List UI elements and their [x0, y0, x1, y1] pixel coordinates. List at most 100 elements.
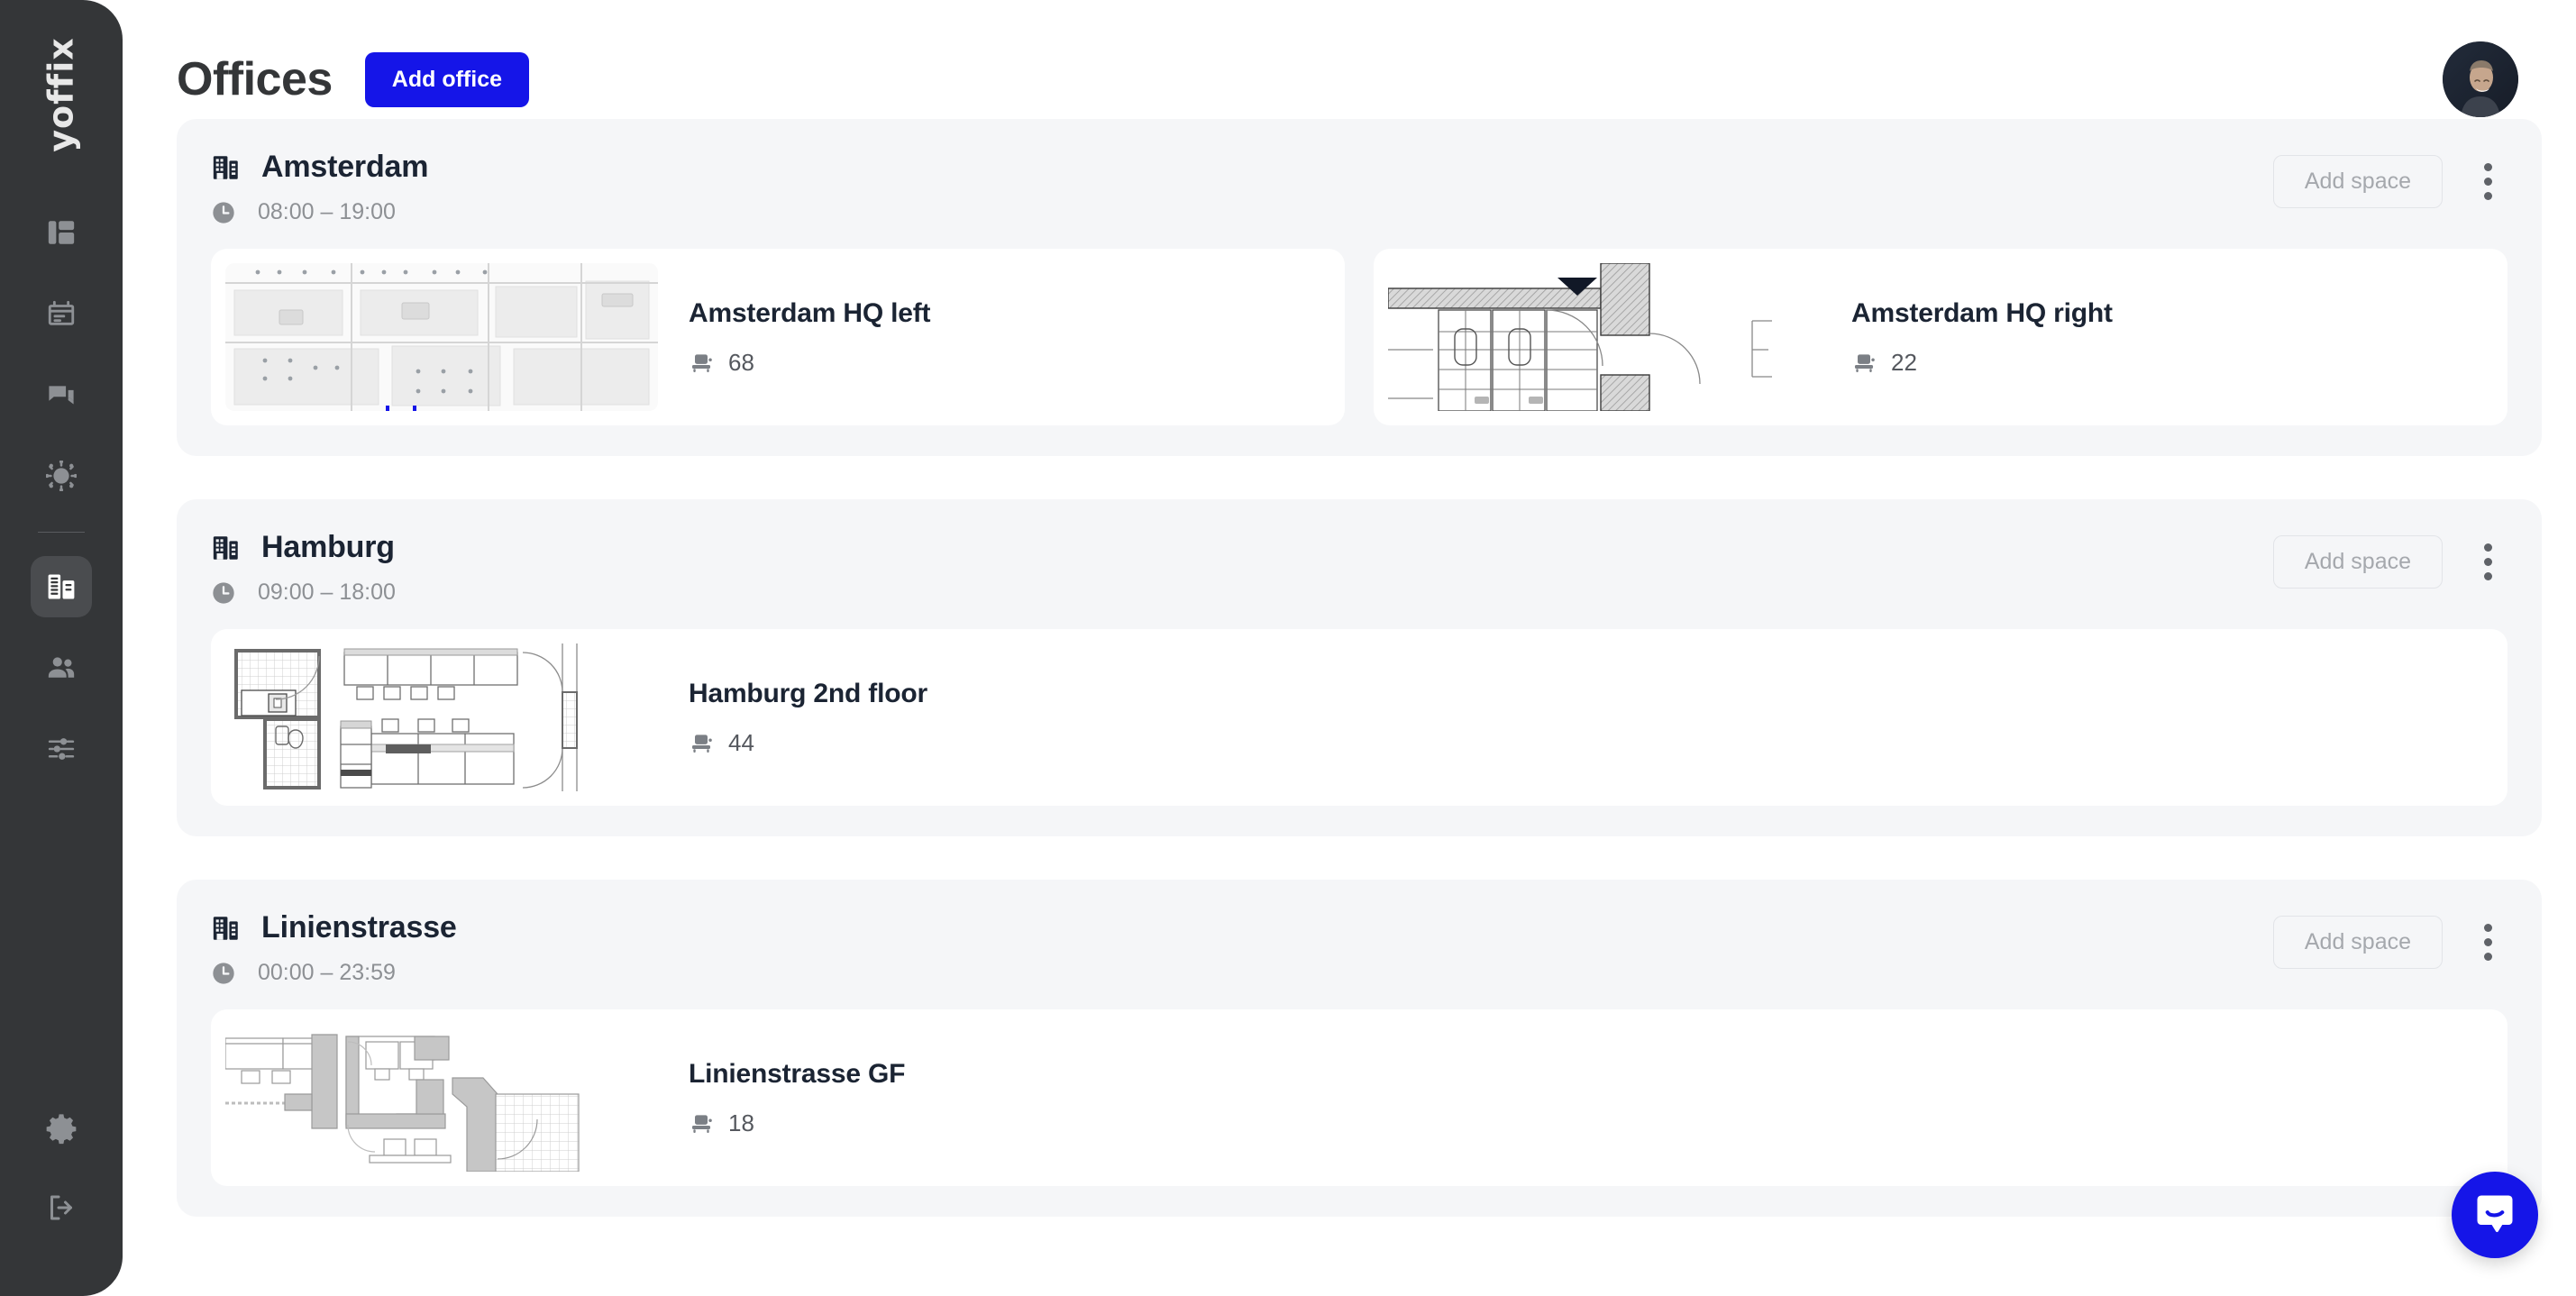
office-panel: Linienstrasse 00:00 – 23:59 Add space Li…: [177, 880, 2542, 1217]
office-building-icon: [211, 913, 242, 944]
floorplan-thumbnail: [225, 263, 658, 411]
office-header-left: Hamburg 09:00 – 18:00: [211, 530, 396, 606]
page-title: Offices: [177, 53, 333, 105]
logo[interactable]: yoffix: [0, 0, 123, 189]
sidebar-nav-bottom: [0, 1098, 123, 1296]
kebab-dot: [2483, 938, 2492, 946]
seat-icon: [689, 730, 714, 755]
people-icon: [46, 653, 77, 683]
kebab-dot: [2483, 558, 2492, 566]
sidebar-item-settings[interactable]: [31, 1098, 92, 1159]
sidebar-item-sliders[interactable]: [31, 718, 92, 780]
floorplan-thumbnail: [1388, 263, 1821, 411]
sidebar-divider: [38, 532, 85, 533]
sidebar-item-calendar[interactable]: [31, 283, 92, 344]
clock-icon: [211, 200, 236, 225]
sidebar-nav-top: [0, 202, 123, 799]
space-title: Amsterdam HQ right: [1851, 297, 2113, 328]
space-capacity: 18: [728, 1109, 754, 1136]
office-name-row: Linienstrasse: [211, 910, 457, 945]
office-menu-button[interactable]: [2468, 537, 2507, 588]
page-header: Offices Add office: [123, 0, 2576, 119]
intercom-chat-button[interactable]: [2452, 1172, 2538, 1258]
office-hours: 00:00 – 23:59: [258, 960, 396, 985]
office-menu-button[interactable]: [2468, 917, 2507, 968]
space-capacity-row: 22: [1851, 349, 2113, 377]
office-header-left: Amsterdam 08:00 – 19:00: [211, 150, 428, 225]
office-building-icon: [211, 533, 242, 563]
office-hours-row: 09:00 – 18:00: [211, 580, 396, 606]
office-name: Hamburg: [261, 530, 395, 564]
space-card[interactable]: Amsterdam HQ right 22: [1374, 249, 2507, 425]
kebab-dot: [2483, 192, 2492, 200]
clock-icon: [211, 961, 236, 986]
sidebar-item-health[interactable]: [31, 445, 92, 507]
sidebar-item-dashboard[interactable]: [31, 202, 92, 263]
office-header-actions: Add space: [2272, 150, 2507, 208]
kebab-dot: [2483, 572, 2492, 580]
office-header: Hamburg 09:00 – 18:00 Add space: [211, 530, 2507, 606]
add-office-button[interactable]: Add office: [364, 51, 530, 107]
space-info: Amsterdam HQ left 68: [658, 297, 931, 377]
space-title: Linienstrasse GF: [689, 1058, 906, 1089]
sidebar-item-logout[interactable]: [31, 1177, 92, 1238]
sidebar-item-people[interactable]: [31, 637, 92, 698]
office-header-left: Linienstrasse 00:00 – 23:59: [211, 910, 457, 986]
offices-list: Amsterdam 08:00 – 19:00 Add space Amster…: [123, 119, 2576, 1217]
office-name: Linienstrasse: [261, 910, 457, 945]
space-capacity-row: 68: [689, 349, 930, 377]
space-title: Hamburg 2nd floor: [689, 678, 927, 708]
dashboard-icon: [46, 217, 77, 248]
add-space-button[interactable]: Add space: [2272, 916, 2443, 969]
seat-icon: [1851, 350, 1877, 375]
gear-icon: [45, 1112, 78, 1145]
office-header: Linienstrasse 00:00 – 23:59 Add space: [211, 910, 2507, 986]
office-name-row: Hamburg: [211, 530, 396, 565]
office-hours: 08:00 – 19:00: [258, 199, 396, 224]
office-building-icon: [211, 152, 242, 183]
office-header: Amsterdam 08:00 – 19:00 Add space: [211, 150, 2507, 225]
space-capacity-row: 18: [689, 1109, 905, 1137]
app-root: yoffix Offices Add office Amsterdam 08:0…: [0, 0, 2576, 1296]
space-card-list: Hamburg 2nd floor 44: [211, 629, 2507, 806]
kebab-dot: [2483, 163, 2492, 171]
space-info: Linienstrasse GF 18: [658, 1059, 905, 1137]
add-space-button[interactable]: Add space: [2272, 535, 2443, 589]
office-building-icon: [45, 570, 78, 603]
office-name: Amsterdam: [261, 150, 429, 184]
space-card[interactable]: Hamburg 2nd floor 44: [211, 629, 2507, 806]
avatar[interactable]: [2443, 41, 2518, 117]
chat-icon: [46, 379, 77, 410]
space-card-list: Amsterdam HQ left 68 Amsterdam HQ right …: [211, 249, 2507, 425]
office-menu-button[interactable]: [2468, 157, 2507, 207]
seat-icon: [689, 350, 714, 375]
office-hours: 09:00 – 18:00: [258, 580, 396, 605]
logo-text: yoffix: [41, 37, 81, 152]
space-card[interactable]: Amsterdam HQ left 68: [211, 249, 1345, 425]
space-capacity: 68: [728, 348, 754, 376]
office-panel: Hamburg 09:00 – 18:00 Add space Hamburg …: [177, 499, 2542, 836]
sidebar-item-chat[interactable]: [31, 364, 92, 425]
sliders-icon: [46, 734, 77, 764]
calendar-icon: [46, 298, 77, 329]
main-content: Offices Add office Amsterdam 08:00 – 19:…: [123, 0, 2576, 1296]
sidebar-item-offices[interactable]: [31, 556, 92, 617]
office-hours-row: 08:00 – 19:00: [211, 199, 428, 225]
space-capacity: 44: [728, 728, 754, 756]
office-header-actions: Add space: [2272, 910, 2507, 969]
floorplan-thumbnail: [225, 1024, 658, 1172]
space-card[interactable]: Linienstrasse GF 18: [211, 1009, 2507, 1186]
logout-icon: [45, 1191, 78, 1224]
seat-icon: [689, 1110, 714, 1136]
space-capacity: 22: [1891, 348, 1917, 376]
kebab-dot: [2483, 178, 2492, 186]
office-name-row: Amsterdam: [211, 150, 428, 185]
space-title: Amsterdam HQ left: [689, 297, 931, 328]
add-space-button[interactable]: Add space: [2272, 155, 2443, 208]
sidebar: yoffix: [0, 0, 123, 1296]
floorplan-thumbnail: [225, 643, 658, 791]
office-panel: Amsterdam 08:00 – 19:00 Add space Amster…: [177, 119, 2542, 456]
kebab-dot: [2483, 543, 2492, 552]
clock-icon: [211, 580, 236, 606]
kebab-dot: [2483, 924, 2492, 932]
